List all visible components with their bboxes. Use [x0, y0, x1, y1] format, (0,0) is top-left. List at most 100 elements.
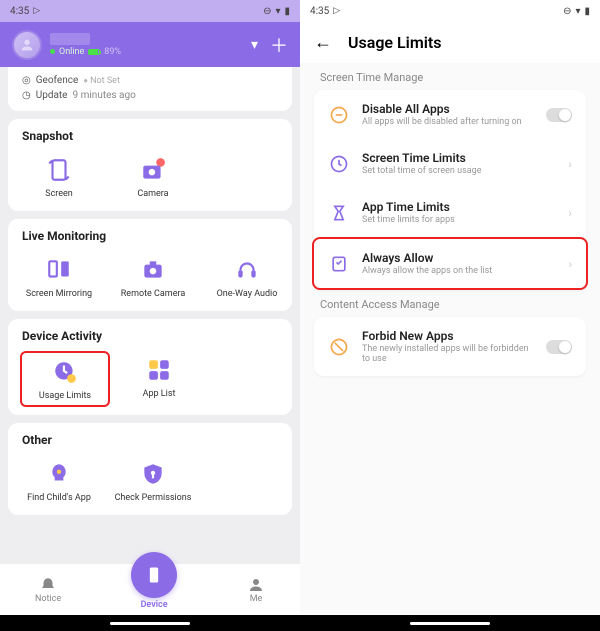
nav-device[interactable]: [131, 552, 177, 598]
nav-notice-label: Notice: [35, 594, 61, 604]
snapshot-screen[interactable]: Screen: [14, 151, 104, 203]
usage-limits[interactable]: Usage Limits: [20, 351, 110, 407]
play-icon: ▷: [33, 6, 40, 16]
activity-title: Device Activity: [14, 329, 286, 351]
nav-me[interactable]: Me: [247, 576, 265, 604]
row-forbid-new-apps[interactable]: Forbid New Apps The newly installed apps…: [314, 317, 586, 376]
clock-icon: [328, 153, 350, 175]
avatar[interactable]: [12, 30, 42, 60]
geofence-icon: ◎: [22, 75, 31, 86]
wifi-icon: ▾: [575, 6, 580, 17]
disable-icon: [328, 104, 350, 126]
do-not-disturb-icon: ⊖: [263, 6, 271, 17]
battery-icon: ▮: [284, 6, 290, 17]
forbid-icon: [328, 336, 350, 358]
nav-notice[interactable]: Notice: [35, 576, 61, 604]
battery-level-icon: [88, 49, 100, 55]
disable-toggle[interactable]: [546, 108, 572, 122]
page-header: ← Usage Limits: [300, 22, 600, 63]
profile-header: Online 89% ▾ ＋: [0, 22, 300, 67]
forbid-title: Forbid New Apps: [362, 329, 534, 343]
applimits-title: App Time Limits: [362, 200, 556, 214]
gesture-bar: [300, 615, 600, 631]
row-app-time-limits[interactable]: App Time Limits Set time limits for apps…: [314, 188, 586, 237]
remote-camera-icon: [138, 255, 168, 285]
camera-label: Camera: [137, 189, 168, 199]
status-bar: 4:35 ▷ ⊖ ▾ ▮: [0, 0, 300, 22]
bottom-nav: Notice Device Me: [0, 563, 300, 615]
row-always-allow[interactable]: Always Allow Always allow the apps on th…: [312, 237, 588, 290]
add-button[interactable]: ＋: [270, 32, 288, 58]
status-time: 4:35: [310, 6, 329, 17]
audio-label: One-Way Audio: [217, 289, 278, 299]
forbid-sub: The newly installed apps will be forbidd…: [362, 344, 534, 364]
snapshot-camera[interactable]: Camera: [108, 151, 198, 203]
permissions-label: Check Permissions: [115, 493, 192, 503]
status-time: 4:35: [10, 6, 29, 17]
screen-time-card: Disable All Apps All apps will be disabl…: [314, 90, 586, 290]
always-sub: Always allow the apps on the list: [362, 266, 556, 276]
snapshot-card: Snapshot Screen Camera: [8, 119, 292, 211]
app-list-label: App List: [143, 389, 176, 399]
disable-sub: All apps will be disabled after turning …: [362, 117, 534, 127]
chevron-right-icon: ›: [568, 257, 572, 271]
back-button[interactable]: ←: [314, 32, 332, 53]
update-value: 9 minutes ago: [73, 90, 136, 101]
allow-icon: [328, 253, 350, 275]
row-disable-all-apps[interactable]: Disable All Apps All apps will be disabl…: [314, 90, 586, 139]
row-screen-time-limits[interactable]: Screen Time Limits Set total time of scr…: [314, 139, 586, 188]
battery-icon: ▮: [584, 6, 590, 17]
clock-icon: ◷: [22, 90, 31, 101]
status-bar: 4:35 ▷ ⊖ ▾ ▮: [300, 0, 600, 22]
activity-card: Device Activity Usage Limits App List: [8, 319, 292, 415]
applimits-sub: Set time limits for apps: [362, 215, 556, 225]
stlimits-title: Screen Time Limits: [362, 151, 556, 165]
app-list-icon: [144, 355, 174, 385]
camera-icon: [138, 155, 168, 185]
screen-icon: [44, 155, 74, 185]
battery-percent: 89%: [104, 47, 121, 57]
device-info: ◎ Geofence Not Set ◷ Update 9 minutes ag…: [8, 67, 292, 111]
app-list[interactable]: App List: [114, 351, 204, 407]
always-title: Always Allow: [362, 251, 556, 265]
stlimits-sub: Set total time of screen usage: [362, 166, 556, 176]
remote-camera[interactable]: Remote Camera: [108, 251, 198, 303]
hourglass-icon: [328, 202, 350, 224]
one-way-audio[interactable]: One-Way Audio: [202, 251, 292, 303]
online-dot-icon: [50, 49, 55, 54]
screen-mirroring[interactable]: Screen Mirroring: [14, 251, 104, 303]
other-card: Other Find Child's App Check Permissions: [8, 423, 292, 515]
page-title: Usage Limits: [348, 33, 441, 52]
wifi-icon: ▾: [275, 6, 280, 17]
section-label-screen-time: Screen Time Manage: [300, 63, 600, 90]
gesture-bar: [0, 615, 300, 631]
forbid-toggle[interactable]: [546, 340, 572, 354]
geofence-value: Not Set: [83, 76, 120, 86]
shield-icon: [138, 459, 168, 489]
mirroring-label: Screen Mirroring: [26, 289, 92, 299]
check-permissions[interactable]: Check Permissions: [108, 455, 198, 507]
find-label: Find Child's App: [27, 493, 91, 503]
mirroring-icon: [44, 255, 74, 285]
usage-limits-label: Usage Limits: [39, 391, 91, 401]
other-title: Other: [14, 433, 286, 455]
usage-limits-icon: [50, 357, 80, 387]
section-label-content: Content Access Manage: [300, 290, 600, 317]
nav-device-label: Device: [141, 600, 168, 610]
find-childs-app[interactable]: Find Child's App: [14, 455, 104, 507]
geofence-label: Geofence: [36, 75, 79, 86]
disable-title: Disable All Apps: [362, 102, 534, 116]
nav-me-label: Me: [250, 594, 263, 604]
remote-camera-label: Remote Camera: [121, 289, 185, 299]
bulb-icon: [44, 459, 74, 489]
child-name: [50, 33, 90, 45]
live-card: Live Monitoring Screen Mirroring Remote …: [8, 219, 292, 311]
play-icon: ▷: [333, 6, 340, 16]
snapshot-title: Snapshot: [14, 129, 286, 151]
do-not-disturb-icon: ⊖: [563, 6, 571, 17]
chevron-right-icon: ›: [568, 206, 572, 220]
online-label: Online: [59, 47, 84, 57]
content-access-card: Forbid New Apps The newly installed apps…: [314, 317, 586, 376]
dropdown-icon[interactable]: ▾: [251, 37, 258, 53]
live-title: Live Monitoring: [14, 229, 286, 251]
